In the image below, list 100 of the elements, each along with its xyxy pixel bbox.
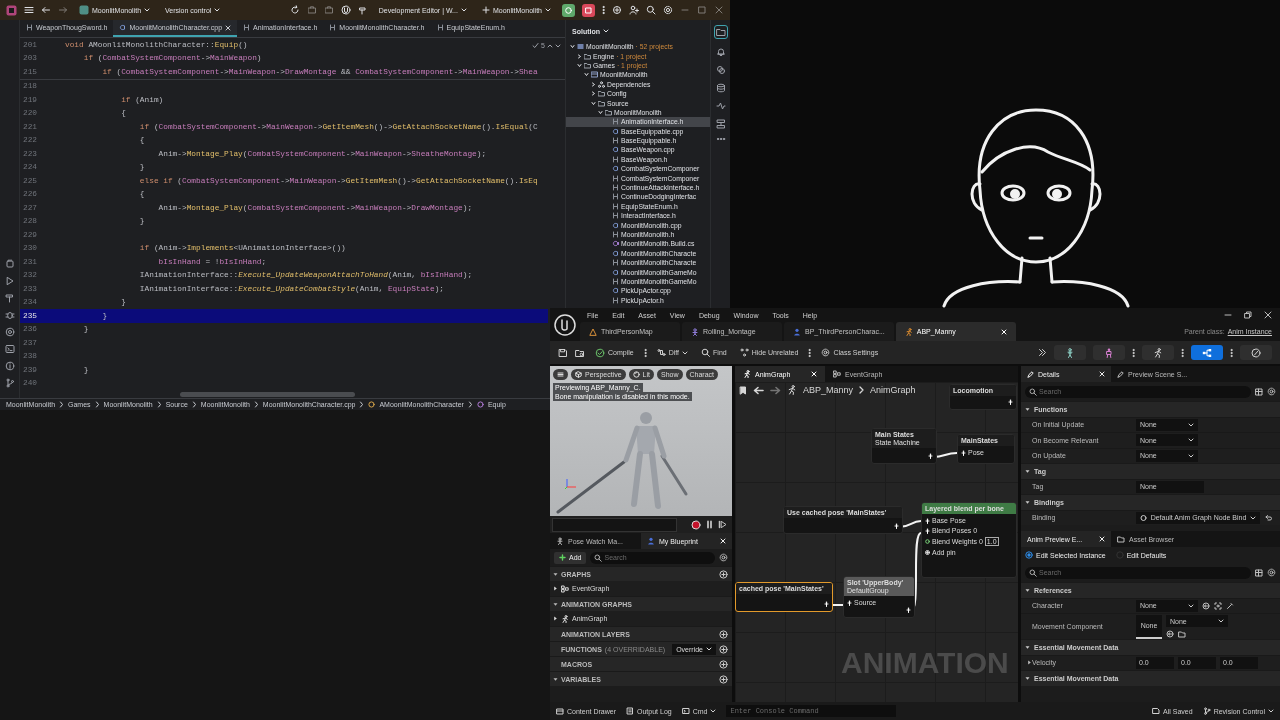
collapsed-arrow-icon (553, 616, 558, 621)
mode-button[interactable] (1054, 345, 1086, 360)
use-selected-icon[interactable] (1166, 630, 1174, 638)
mode-button[interactable] (1191, 345, 1223, 360)
header-file-icon (612, 118, 619, 126)
pulse-icon[interactable] (715, 101, 726, 111)
close-icon[interactable] (1264, 311, 1272, 319)
chevron-right-icon (191, 401, 197, 408)
search-icon (701, 348, 711, 357)
header-file-icon (612, 277, 619, 285)
build-icon[interactable] (323, 5, 334, 15)
hammer-icon[interactable] (357, 5, 368, 15)
mode-button[interactable] (1093, 345, 1125, 360)
float-pin-icon (925, 539, 930, 544)
add-circle-icon[interactable] (719, 569, 728, 579)
circle-logo-icon[interactable] (340, 5, 351, 15)
add-circle-icon[interactable] (719, 659, 728, 669)
collapsed-arrow-icon (553, 586, 558, 591)
blueprint-icon (647, 537, 655, 545)
caret-icon (1188, 421, 1194, 428)
stop-button[interactable] (582, 3, 595, 17)
add-user-icon[interactable] (629, 5, 639, 15)
settings-icon[interactable] (1267, 387, 1276, 396)
add-circle-icon[interactable] (719, 674, 728, 684)
mode-button[interactable] (1142, 345, 1174, 360)
database-icon[interactable] (715, 83, 726, 93)
cpp-file-icon (612, 221, 619, 229)
terminal-icon[interactable] (4, 344, 15, 354)
maximize-icon[interactable] (697, 5, 707, 15)
record-icon[interactable] (691, 519, 701, 530)
branch-icon[interactable] (4, 378, 15, 388)
physics-button[interactable] (1240, 345, 1272, 360)
graph-breadcrumb-item[interactable]: ABP_Manny (803, 385, 854, 395)
more-icon[interactable] (1230, 347, 1233, 358)
step-forward-icon[interactable] (718, 520, 727, 529)
more-icon[interactable] (602, 5, 605, 15)
montage-icon (691, 327, 699, 336)
header-file-icon (612, 155, 619, 163)
chevron-down-icon[interactable] (555, 42, 561, 49)
settings-icon[interactable] (1267, 568, 1276, 577)
hammer-icon[interactable] (4, 293, 15, 303)
build-icon[interactable] (306, 5, 317, 15)
more-icon[interactable] (715, 137, 726, 141)
more-icon[interactable] (1132, 347, 1135, 358)
horizontal-scrollbar[interactable] (180, 392, 355, 397)
pencil-icon (1027, 370, 1034, 378)
search-icon[interactable] (646, 5, 656, 15)
caret-icon (1188, 452, 1194, 459)
forward-arrow-icon[interactable] (58, 5, 68, 15)
header-file-icon (612, 212, 619, 220)
chevron-right-icon (59, 401, 65, 408)
info-icon[interactable] (4, 361, 15, 371)
more-icon[interactable] (643, 347, 647, 358)
settings-icon[interactable] (719, 553, 728, 562)
more-icon[interactable] (1181, 347, 1184, 358)
refresh-icon[interactable] (289, 5, 300, 15)
header-file-icon (329, 24, 337, 31)
target-icon[interactable] (4, 327, 15, 337)
double-chevron-icon[interactable] (1038, 348, 1047, 357)
header-file-icon (612, 174, 619, 182)
reset-arrow-icon[interactable] (1264, 513, 1272, 522)
settings-icon[interactable] (663, 5, 673, 15)
caret-icon (1218, 618, 1224, 624)
close-icon[interactable] (225, 24, 232, 31)
eyedropper-icon[interactable] (1226, 601, 1234, 610)
restore-icon[interactable] (1244, 311, 1252, 319)
back-arrow-icon[interactable] (753, 385, 764, 395)
add-circle-icon[interactable] (719, 644, 728, 654)
search-icon (594, 553, 603, 562)
forward-arrow-icon[interactable] (770, 385, 781, 395)
add-circle-icon[interactable] (719, 629, 728, 639)
cpp-file-icon (119, 24, 127, 31)
folder-icon[interactable] (1178, 630, 1186, 638)
pose-pin-icon (925, 517, 930, 524)
menu-icon (557, 371, 564, 378)
caret-icon (460, 7, 467, 13)
table-icon[interactable] (1255, 568, 1263, 577)
more-icon[interactable] (808, 347, 812, 358)
chevron-up-icon[interactable] (547, 42, 553, 49)
bookmark-icon[interactable] (739, 385, 747, 395)
drawer-icon (556, 707, 564, 715)
timeline-field[interactable] (552, 517, 677, 532)
folder-icon[interactable] (715, 27, 726, 37)
viewport-menu-button[interactable] (553, 369, 568, 380)
menu-icon[interactable] (24, 5, 34, 15)
structure-icon[interactable] (715, 119, 726, 129)
pause-icon[interactable] (705, 520, 714, 529)
minimize-icon[interactable] (1224, 311, 1232, 319)
use-selected-icon[interactable] (1202, 601, 1210, 610)
table-icon[interactable] (1255, 387, 1263, 396)
browse-folder-icon[interactable] (575, 347, 585, 358)
run-icon[interactable] (4, 276, 15, 286)
caret-icon (545, 7, 551, 13)
browse-icon[interactable] (1214, 601, 1222, 610)
graph-breadcrumb-item[interactable]: AnimGraph (870, 385, 916, 395)
bell-icon[interactable] (715, 47, 726, 57)
back-arrow-icon[interactable] (41, 5, 51, 15)
save-icon[interactable] (558, 347, 568, 358)
pencil-icon (1117, 370, 1124, 378)
event-graph-icon (561, 584, 569, 593)
